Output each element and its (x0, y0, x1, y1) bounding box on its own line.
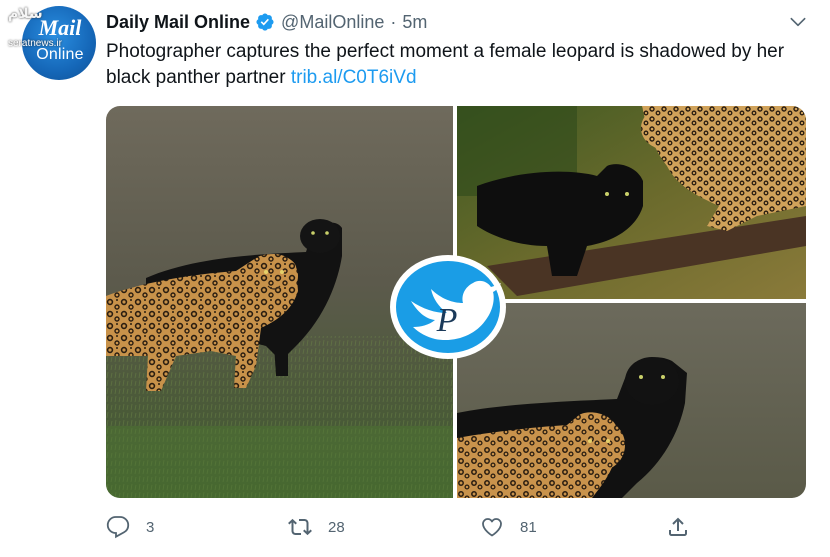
watermark-site-text: seratnews.ir (8, 38, 62, 49)
tweet-link[interactable]: trib.al/C0T6iVd (291, 67, 417, 88)
action-bar: 3 28 81 (106, 510, 706, 544)
like-count: 81 (520, 518, 537, 536)
reply-icon (106, 516, 130, 539)
timestamp[interactable]: 5m (402, 12, 427, 33)
site-watermark: سلام seratnews.ir (0, 0, 96, 60)
photo-leopard-front-panther[interactable] (457, 303, 806, 498)
tweet-card[interactable]: Mail Online سلام seratnews.ir Daily Mail… (0, 0, 830, 557)
watermark-top-text: سلام (8, 6, 43, 22)
share-button[interactable] (666, 510, 690, 544)
share-icon (669, 517, 687, 536)
reply-button[interactable]: 3 (106, 510, 154, 544)
bird-p-logo: P (390, 255, 506, 359)
separator-dot: · (390, 11, 397, 32)
retweet-button[interactable]: 28 (288, 510, 345, 544)
reply-count: 3 (146, 518, 155, 536)
svg-text:P: P (436, 302, 458, 339)
verified-badge-icon (256, 13, 274, 31)
retweet-icon (288, 518, 312, 536)
tweet-text: Photographer captures the perfect moment… (106, 39, 806, 91)
chevron-down-icon[interactable] (788, 12, 808, 32)
heart-icon (482, 518, 502, 537)
display-name[interactable]: Daily Mail Online (106, 12, 250, 33)
tweet-header: Daily Mail Online @MailOnline · 5m (106, 10, 427, 34)
tweet-body: Photographer captures the perfect moment… (106, 41, 785, 88)
retweet-count: 28 (328, 518, 345, 536)
like-button[interactable]: 81 (480, 510, 537, 544)
handle[interactable]: @MailOnline (281, 12, 384, 33)
photo-panther-leopard-branch[interactable] (457, 106, 806, 299)
